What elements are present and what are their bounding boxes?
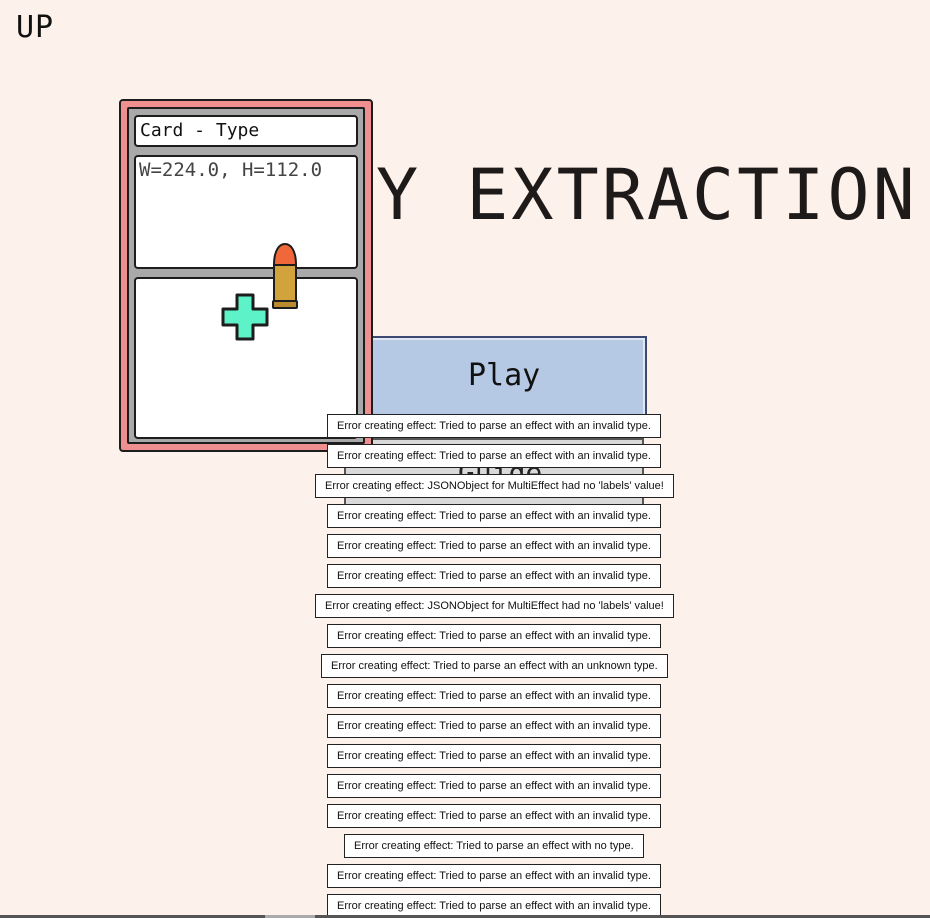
dragged-card[interactable]: Card - Type W=224.0, H=112.0 xyxy=(119,99,373,452)
error-toast: Error creating effect: Tried to parse an… xyxy=(327,744,661,768)
play-button[interactable]: Play xyxy=(341,336,647,418)
play-button-label: Play xyxy=(468,358,541,393)
error-toast: Error creating effect: Tried to parse an… xyxy=(327,414,661,438)
error-toast: Error creating effect: Tried to parse an… xyxy=(327,534,661,558)
plus-icon xyxy=(221,293,269,341)
corner-label: UP xyxy=(16,10,55,45)
card-type-label: Card - Type xyxy=(140,120,260,141)
error-toast: Error creating effect: Tried to parse an… xyxy=(327,624,661,648)
error-toast: Error creating effect: Tried to parse an… xyxy=(327,444,661,468)
error-toast: Error creating effect: Tried to parse an… xyxy=(321,654,668,678)
error-toast: Error creating effect: JSONObject for Mu… xyxy=(315,474,674,498)
error-toast: Error creating effect: Tried to parse an… xyxy=(327,774,661,798)
bullet-icon xyxy=(272,243,298,309)
card-dimensions-text: W=224.0, H=112.0 xyxy=(139,159,323,181)
error-toast: Error creating effect: Tried to parse an… xyxy=(327,504,661,528)
error-toast: Error creating effect: Tried to parse an… xyxy=(327,804,661,828)
game-title: Y EXTRACTION xyxy=(376,154,918,236)
error-toast: Error creating effect: Tried to parse an… xyxy=(327,714,661,738)
error-toast: Error creating effect: Tried to parse an… xyxy=(327,684,661,708)
card-body: Card - Type W=224.0, H=112.0 xyxy=(127,107,365,444)
error-toast: Error creating effect: Tried to parse an… xyxy=(344,834,644,858)
card-header: Card - Type xyxy=(134,115,358,147)
card-description: W=224.0, H=112.0 xyxy=(134,155,358,269)
error-toast: Error creating effect: Tried to parse an… xyxy=(327,564,661,588)
error-toast: Error creating effect: Tried to parse an… xyxy=(327,864,661,888)
error-toast: Error creating effect: JSONObject for Mu… xyxy=(315,594,674,618)
